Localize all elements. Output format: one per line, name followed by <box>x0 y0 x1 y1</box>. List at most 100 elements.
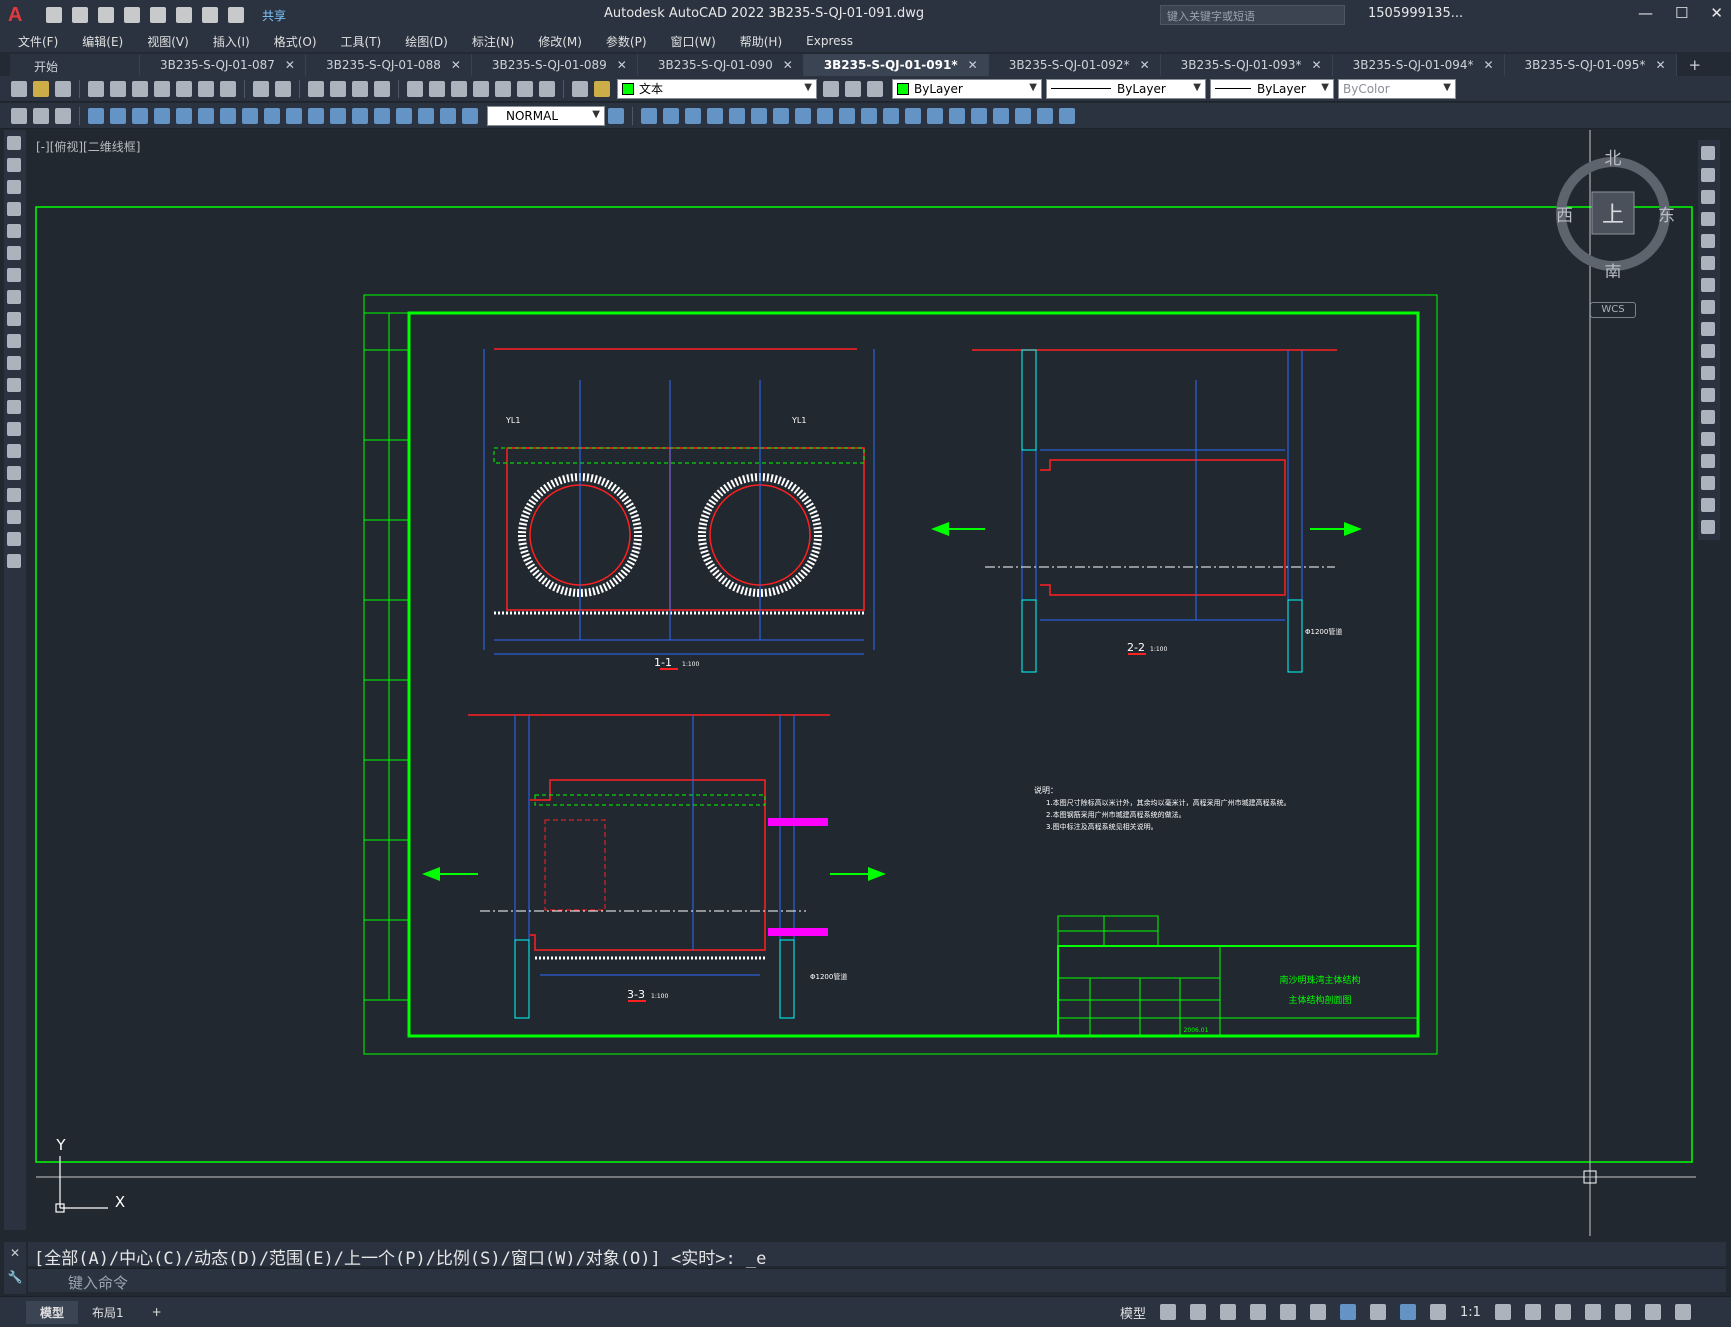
modify-tool-icon-16[interactable] <box>971 107 987 124</box>
hamburger-menu-icon[interactable] <box>1674 1304 1691 1320</box>
lineweight-dropdown[interactable]: ByLayer ▼ <box>1210 78 1334 99</box>
modify-tool-icon-18[interactable] <box>1015 107 1031 124</box>
menu-file[interactable]: 文件(F) <box>18 33 58 50</box>
tab-file-095[interactable]: 3B235-S-QJ-01-095* ✕ <box>1504 54 1677 76</box>
tolerance-icon[interactable] <box>374 107 390 124</box>
array-icon[interactable] <box>1701 234 1715 248</box>
modify-tool-icon-9[interactable] <box>817 107 833 124</box>
modify-tool-icon-14[interactable] <box>927 107 943 124</box>
color-dropdown[interactable]: ByLayer ▼ <box>892 78 1042 99</box>
lineweight-icon[interactable] <box>1370 1304 1387 1320</box>
multiline-text-icon[interactable] <box>7 532 21 546</box>
tab-start[interactable]: 开始 <box>10 54 140 76</box>
zoom-window-icon[interactable] <box>352 80 368 97</box>
menu-parametric[interactable]: 参数(P) <box>606 33 647 50</box>
break-at-point-icon[interactable] <box>1701 388 1715 402</box>
web-mobile-icon[interactable] <box>150 7 166 23</box>
close-icon[interactable]: ✕ <box>1140 58 1150 76</box>
polygon-icon[interactable] <box>7 202 21 216</box>
tab-model[interactable]: 模型 <box>26 1300 79 1324</box>
redo-icon[interactable] <box>228 7 244 23</box>
object-snap-tracking-icon[interactable] <box>1310 1304 1327 1320</box>
modify-tool-icon-7[interactable] <box>773 107 789 124</box>
dim-style-icon[interactable] <box>608 107 624 124</box>
trim-icon[interactable] <box>1701 344 1715 358</box>
layer-dropdown[interactable]: 文本 ▼ <box>617 78 817 99</box>
construction-line-icon[interactable] <box>7 158 21 172</box>
tab-layout1[interactable]: 布局1 <box>78 1301 138 1324</box>
dimstyle-dropdown[interactable]: NORMAL ▼ <box>487 105 605 126</box>
spline-icon[interactable] <box>7 312 21 326</box>
modify-tool-icon-20[interactable] <box>1059 107 1075 124</box>
modify-tool-icon-19[interactable] <box>1037 107 1053 124</box>
annotation-visibility-icon[interactable] <box>1400 1304 1417 1320</box>
move-icon[interactable] <box>1701 256 1715 270</box>
modify-tool-icon-12[interactable] <box>883 107 899 124</box>
scale-icon[interactable] <box>1701 300 1715 314</box>
center-mark-icon[interactable] <box>396 107 412 124</box>
join-icon[interactable] <box>1701 432 1715 446</box>
annotation-scale[interactable]: 1:1 <box>1460 1305 1481 1320</box>
sheet-set-icon[interactable] <box>473 80 489 97</box>
plot-icon[interactable] <box>88 80 104 97</box>
tab-file-094[interactable]: 3B235-S-QJ-01-094* ✕ <box>1332 54 1505 76</box>
mirror-icon[interactable] <box>1701 190 1715 204</box>
copy-icon[interactable] <box>176 80 192 97</box>
wcs-menu[interactable]: WCS <box>1590 302 1636 318</box>
menu-tools[interactable]: 工具(T) <box>341 33 382 50</box>
design-center-icon[interactable] <box>429 80 445 97</box>
saveas-icon[interactable] <box>124 7 140 23</box>
undo-icon[interactable] <box>202 7 218 23</box>
close-icon[interactable]: ✕ <box>617 58 627 76</box>
aligned-dim-icon[interactable] <box>110 107 126 124</box>
jogged-dim-icon[interactable] <box>198 107 214 124</box>
inspect-icon[interactable] <box>418 107 434 124</box>
gear-icon[interactable] <box>1494 1304 1511 1320</box>
ellipse-icon[interactable] <box>7 334 21 348</box>
line-icon[interactable] <box>7 136 21 150</box>
close-icon[interactable]: ✕ <box>1655 58 1665 76</box>
offset-icon[interactable] <box>1701 212 1715 226</box>
close-icon[interactable]: ✕ <box>285 58 295 76</box>
circle-icon[interactable] <box>7 268 21 282</box>
erase-icon[interactable] <box>1701 146 1715 160</box>
new-tab-button[interactable]: + <box>1677 54 1714 76</box>
command-input[interactable]: 键入命令 <box>28 1268 1726 1292</box>
modify-tool-icon-2[interactable] <box>663 107 679 124</box>
rotate-icon[interactable] <box>1701 278 1715 292</box>
tab-file-091[interactable]: 3B235-S-QJ-01-091* ✕ <box>803 54 989 76</box>
add-layout-button[interactable]: + <box>138 1302 176 1322</box>
new-icon[interactable] <box>46 7 62 23</box>
explode-icon[interactable] <box>1701 520 1715 534</box>
tab-file-090[interactable]: 3B235-S-QJ-01-090 ✕ <box>637 54 804 76</box>
menu-dimension[interactable]: 标注(N) <box>472 33 514 50</box>
quick-properties-icon[interactable] <box>1584 1304 1601 1320</box>
chamfer-icon[interactable] <box>1701 454 1715 468</box>
help-icon[interactable] <box>539 80 555 97</box>
jogged-linear-icon[interactable] <box>440 107 456 124</box>
minimize-button[interactable]: — <box>1638 4 1653 22</box>
close-icon[interactable]: ✕ <box>4 1246 26 1260</box>
polyline-icon[interactable] <box>7 180 21 194</box>
menu-edit[interactable]: 编辑(E) <box>82 33 123 50</box>
insert-block-icon[interactable] <box>7 378 21 392</box>
modify-tool-icon-6[interactable] <box>751 107 767 124</box>
markup-icon[interactable] <box>495 80 511 97</box>
modify-tool-icon-10[interactable] <box>839 107 855 124</box>
arc-icon[interactable] <box>7 246 21 260</box>
new-icon[interactable] <box>11 80 27 97</box>
angular-dim-icon[interactable] <box>242 107 258 124</box>
revision-cloud-icon[interactable] <box>7 290 21 304</box>
tab-file-092[interactable]: 3B235-S-QJ-01-092* ✕ <box>988 54 1161 76</box>
zoom-realtime-icon[interactable] <box>330 80 346 97</box>
isolate-objects-icon[interactable] <box>1614 1304 1631 1320</box>
multileader-icon[interactable] <box>55 107 71 124</box>
units-icon[interactable] <box>1554 1304 1571 1320</box>
quick-dim-icon[interactable] <box>264 107 280 124</box>
auto-scale-icon[interactable] <box>1430 1304 1447 1320</box>
annotate-icon[interactable] <box>11 107 27 124</box>
extend-icon[interactable] <box>1701 366 1715 380</box>
rectangle-icon[interactable] <box>7 224 21 238</box>
layer-iso-icon[interactable] <box>867 80 883 97</box>
tool-palettes-icon[interactable] <box>451 80 467 97</box>
